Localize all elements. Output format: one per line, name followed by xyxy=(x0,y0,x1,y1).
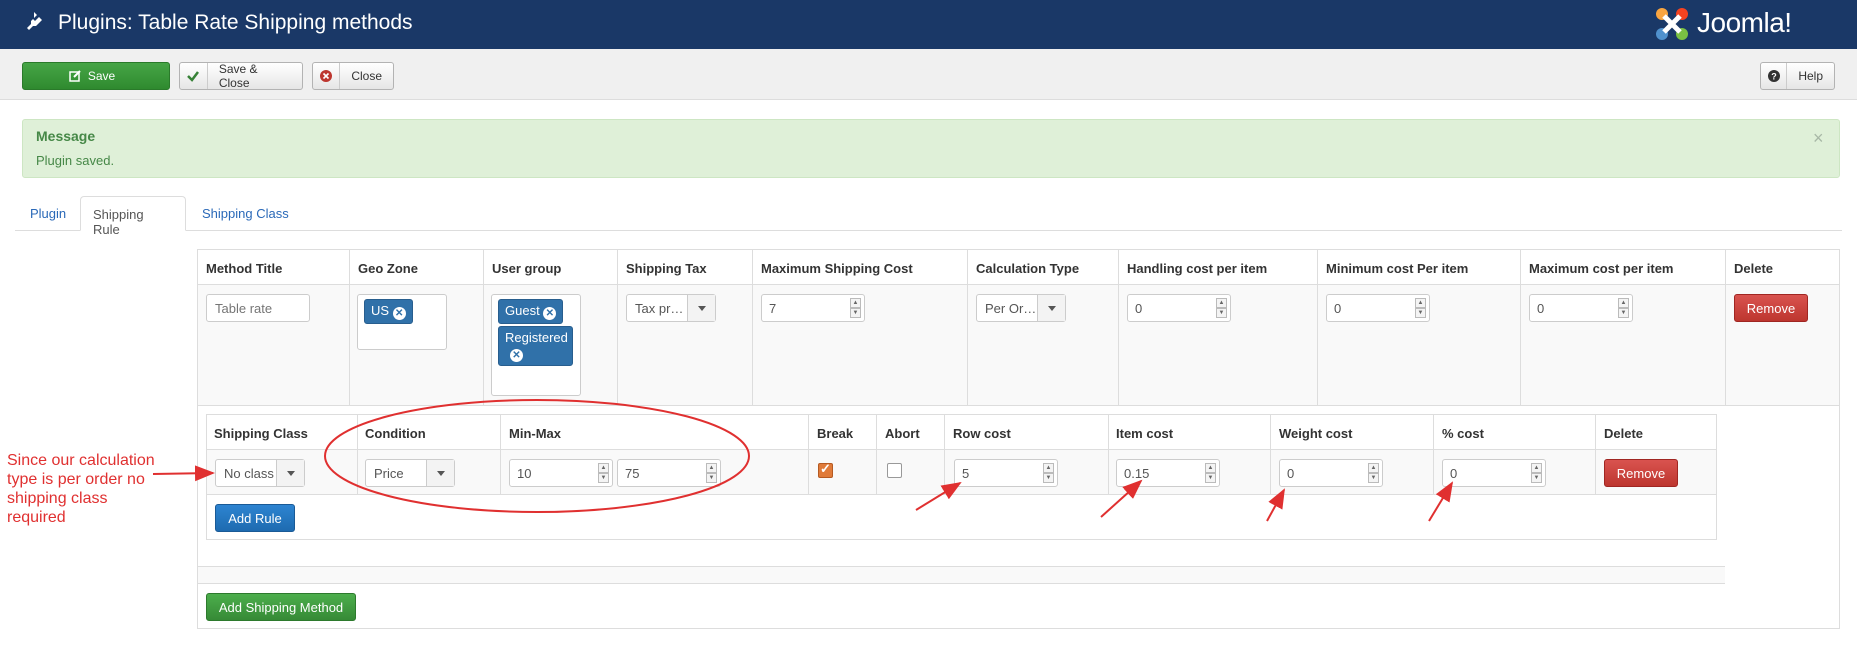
arrow-to-percent-cost xyxy=(1428,481,1454,522)
arrow-to-item-cost xyxy=(1100,479,1143,518)
arrow-to-weight-cost xyxy=(1266,488,1285,522)
arrow-to-shipping-class xyxy=(152,465,215,482)
annotation-overlay xyxy=(152,399,1454,522)
min-max-circle xyxy=(324,399,750,513)
arrow-to-row-cost xyxy=(915,481,962,511)
